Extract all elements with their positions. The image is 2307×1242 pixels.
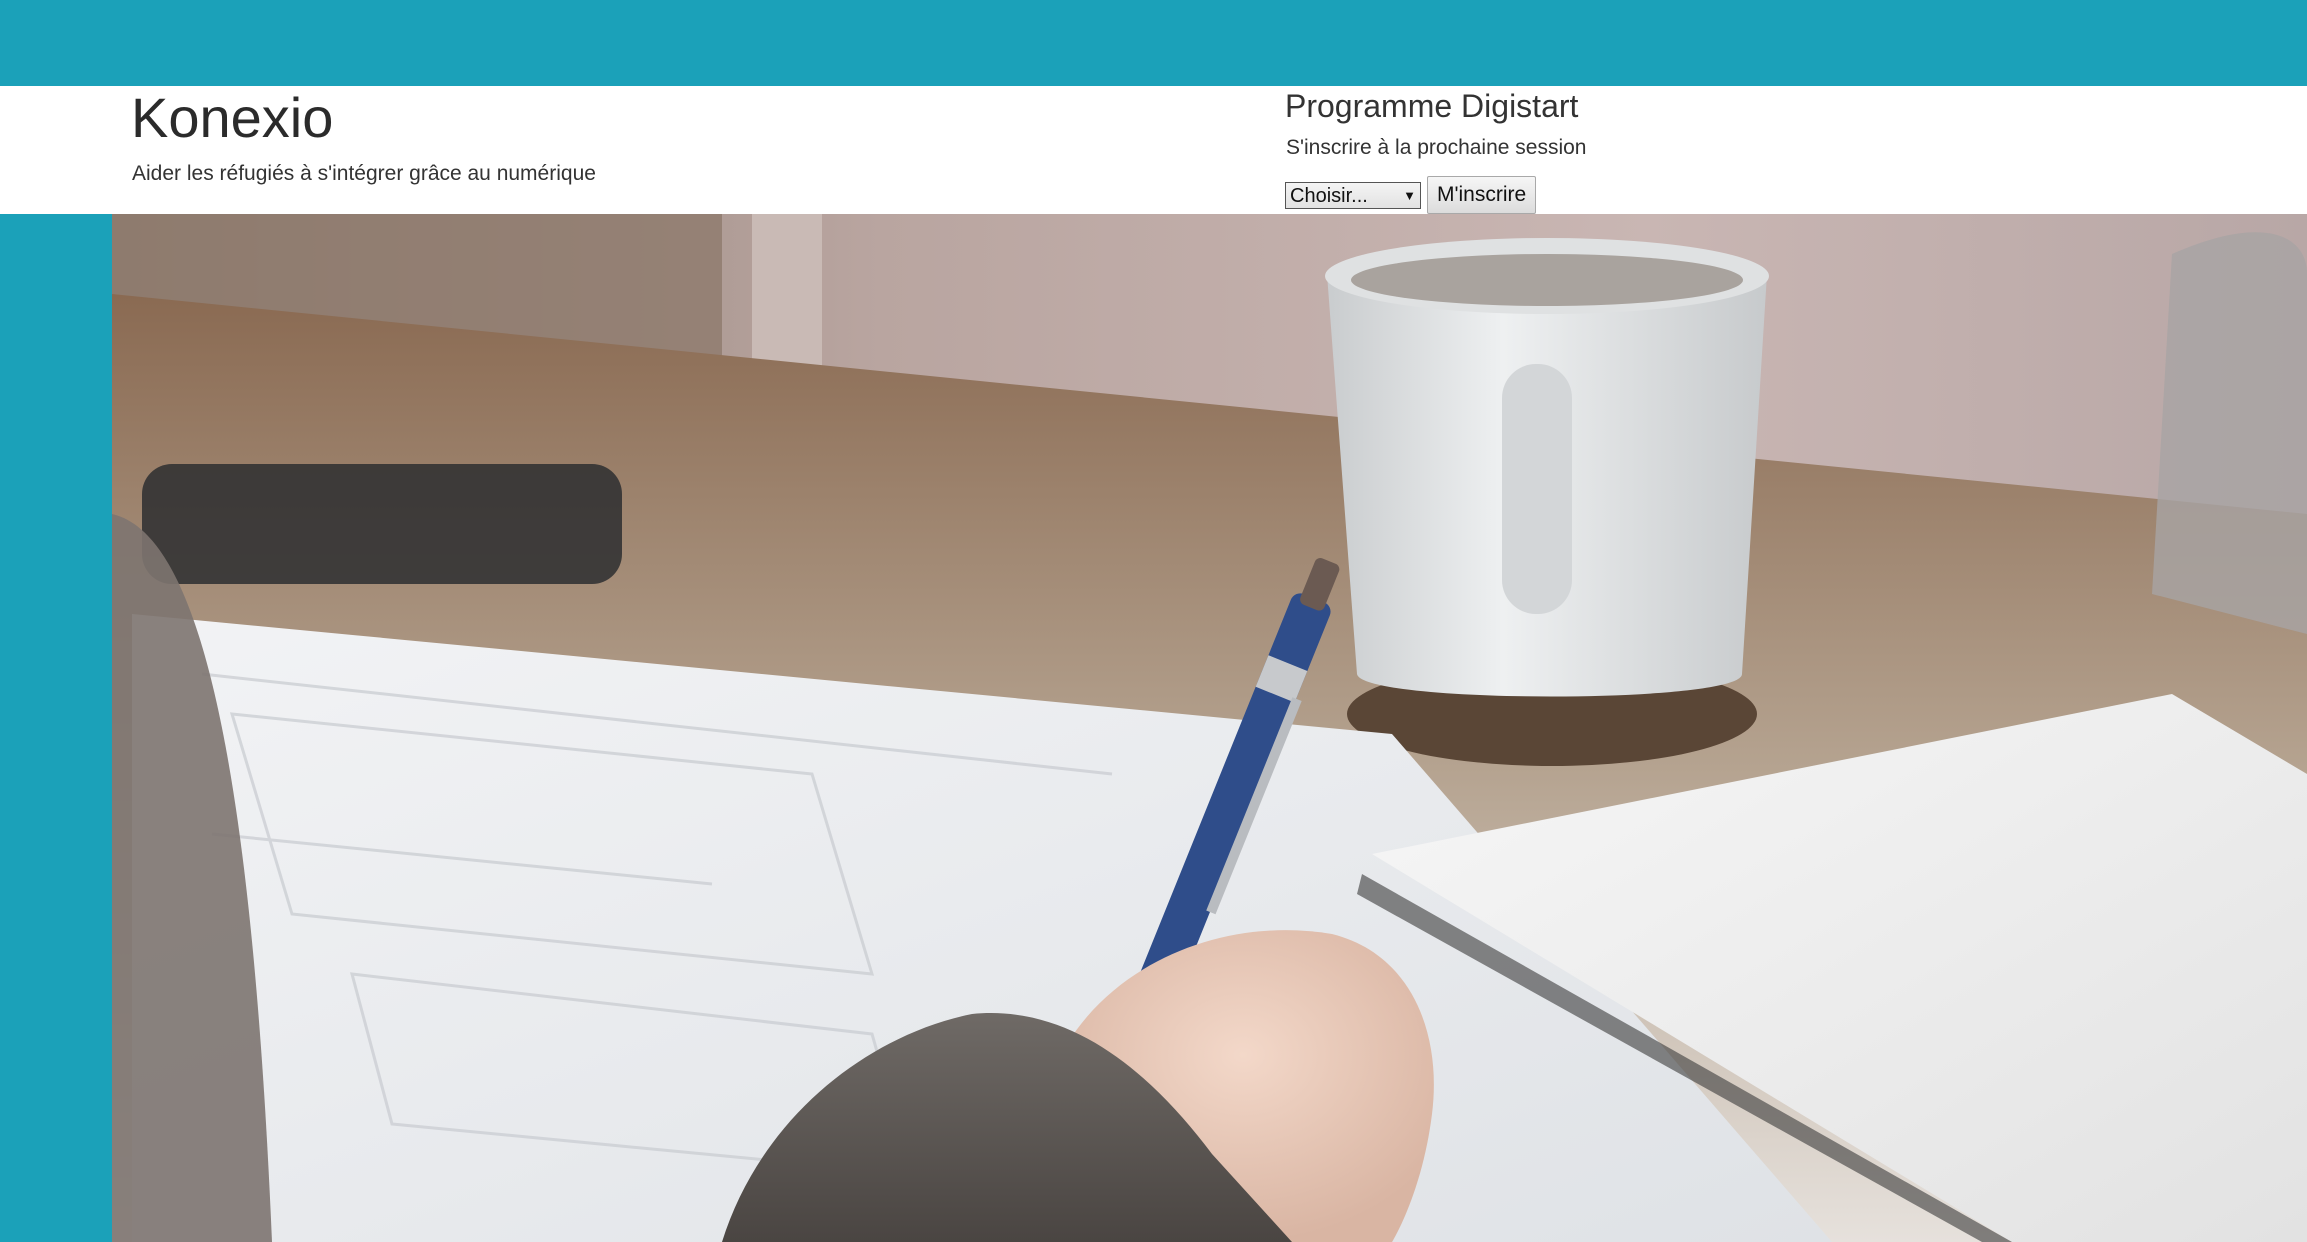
signup-form: Choisir... ▼ M'inscrire (1285, 176, 1537, 214)
session-select[interactable]: Choisir... ▼ (1285, 181, 1421, 209)
hero-image (112, 214, 2307, 1242)
program-title: Programme Digistart (1285, 88, 1579, 124)
site-header: Konexio Aider les réfugiés à s'intégrer … (0, 86, 2307, 214)
top-bar (0, 0, 2307, 86)
chevron-down-icon: ▼ (1403, 187, 1416, 203)
program-subtitle: S'inscrire à la prochaine session (1286, 136, 1587, 159)
signup-button[interactable]: M'inscrire (1427, 176, 1537, 214)
hero-photo (112, 214, 2307, 1242)
site-title: Konexio (131, 86, 334, 149)
session-select-value: Choisir... (1290, 184, 1368, 207)
site-tagline: Aider les réfugiés à s'intégrer grâce au… (132, 162, 596, 185)
